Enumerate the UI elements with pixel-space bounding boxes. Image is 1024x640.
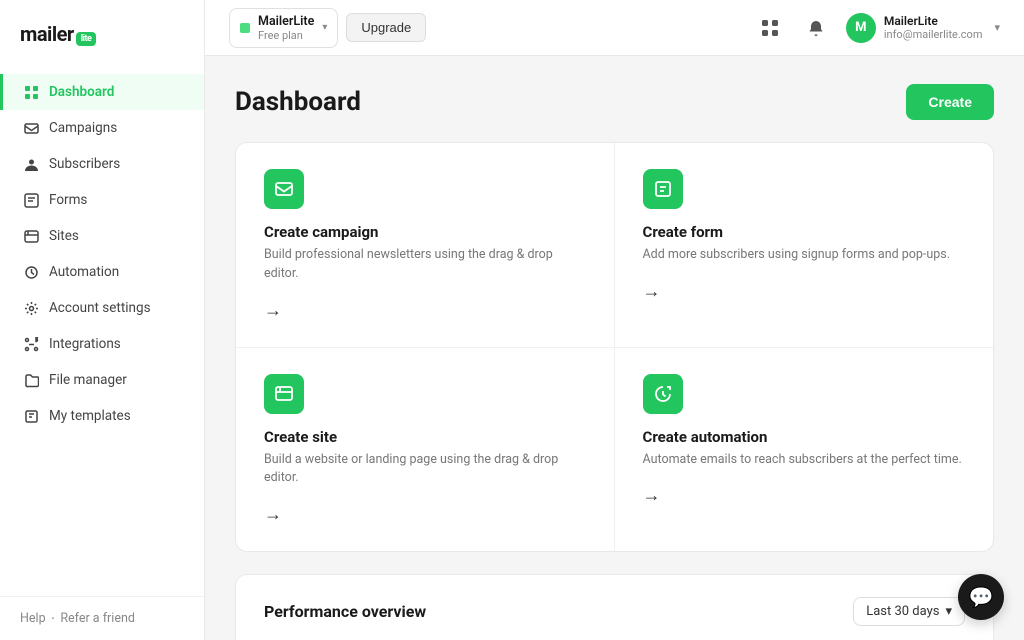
chat-bubble[interactable]: 💬	[958, 574, 1004, 620]
sidebar-item-label: File manager	[49, 372, 127, 388]
sidebar-nav: Dashboard Campaigns Subscribers Forms Si…	[0, 66, 204, 596]
create-campaign-title: Create campaign	[264, 223, 586, 241]
account-switcher[interactable]: MailerLite Free plan ▾	[229, 8, 338, 48]
user-chevron-icon: ▾	[994, 21, 1000, 34]
create-campaign-icon	[264, 169, 304, 209]
sidebar-item-label: Campaigns	[49, 120, 117, 136]
create-site-icon	[264, 374, 304, 414]
user-email: info@mailerlite.com	[884, 28, 983, 41]
create-automation-icon	[643, 374, 683, 414]
topbar: MailerLite Free plan ▾ Upgrade	[205, 0, 1024, 56]
sidebar-item-label: Sites	[49, 228, 79, 244]
create-button[interactable]: Create	[906, 84, 994, 120]
topbar-right: M MailerLite info@mailerlite.com ▾	[754, 12, 1000, 44]
logo-wordmark: mailer	[20, 22, 74, 46]
logo-text: mailerlite	[20, 22, 96, 46]
topbar-left: MailerLite Free plan ▾ Upgrade	[229, 8, 426, 48]
sidebar-item-forms[interactable]: Forms	[0, 182, 204, 218]
user-text: MailerLite info@mailerlite.com	[884, 14, 983, 41]
card-create-automation[interactable]: Create automation Automate emails to rea…	[615, 348, 994, 552]
card-create-campaign[interactable]: Create campaign Build professional newsl…	[236, 143, 615, 348]
sidebar-item-label: Dashboard	[49, 84, 114, 100]
account-plan: Free plan	[258, 29, 314, 42]
refer-link[interactable]: Refer a friend	[60, 611, 135, 626]
integrations-icon	[23, 336, 39, 352]
create-campaign-arrow: →	[264, 300, 586, 321]
performance-section: Performance overview Last 30 days ▾ Subs…	[235, 574, 994, 640]
logo-badge: lite	[76, 32, 97, 46]
sidebar-bottom: Help • Refer a friend	[0, 596, 204, 640]
content-area: Dashboard Create Create campaign Build p…	[205, 56, 1024, 640]
period-selector[interactable]: Last 30 days ▾	[853, 597, 965, 626]
sidebar-item-campaigns[interactable]: Campaigns	[0, 110, 204, 146]
sidebar-item-sites[interactable]: Sites	[0, 218, 204, 254]
user-profile[interactable]: M MailerLite info@mailerlite.com ▾	[846, 13, 1000, 43]
sidebar-item-label: Forms	[49, 192, 87, 208]
chat-icon: 💬	[969, 585, 994, 609]
account-chevron-icon: ▾	[322, 22, 327, 33]
performance-header: Performance overview Last 30 days ▾	[264, 597, 965, 626]
sites-icon	[23, 228, 39, 244]
sidebar: mailerlite Dashboard Campaigns Subscribe…	[0, 0, 205, 640]
sidebar-item-label: Integrations	[49, 336, 121, 352]
main-area: MailerLite Free plan ▾ Upgrade	[205, 0, 1024, 640]
create-site-title: Create site	[264, 428, 586, 446]
create-automation-arrow: →	[643, 485, 966, 506]
account-name: MailerLite	[258, 14, 314, 29]
subscribers-icon	[23, 156, 39, 172]
sidebar-item-account-settings[interactable]: Account settings	[0, 290, 204, 326]
create-automation-desc: Automate emails to reach subscribers at …	[643, 451, 966, 470]
upgrade-button[interactable]: Upgrade	[346, 13, 426, 42]
card-create-site[interactable]: Create site Build a website or landing p…	[236, 348, 615, 552]
performance-title: Performance overview	[264, 602, 426, 621]
create-automation-title: Create automation	[643, 428, 966, 446]
forms-icon	[23, 192, 39, 208]
campaigns-icon	[23, 120, 39, 136]
sidebar-item-my-templates[interactable]: My templates	[0, 398, 204, 434]
dashboard-icon	[23, 84, 39, 100]
sidebar-item-file-manager[interactable]: File manager	[0, 362, 204, 398]
account-indicator	[240, 23, 250, 33]
card-create-form[interactable]: Create form Add more subscribers using s…	[615, 143, 994, 348]
account-info: MailerLite Free plan	[258, 14, 314, 42]
create-form-arrow: →	[643, 281, 966, 302]
quick-actions-grid: Create campaign Build professional newsl…	[235, 142, 994, 552]
sidebar-item-label: Subscribers	[49, 156, 120, 172]
apps-icon[interactable]	[754, 12, 786, 44]
sidebar-item-integrations[interactable]: Integrations	[0, 326, 204, 362]
user-name: MailerLite	[884, 14, 983, 28]
create-form-desc: Add more subscribers using signup forms …	[643, 246, 966, 265]
file-manager-icon	[23, 372, 39, 388]
create-site-arrow: →	[264, 504, 586, 525]
sidebar-item-label: Automation	[49, 264, 119, 280]
create-site-desc: Build a website or landing page using th…	[264, 451, 586, 489]
account-settings-icon	[23, 300, 39, 316]
sidebar-item-automation[interactable]: Automation	[0, 254, 204, 290]
create-campaign-desc: Build professional newsletters using the…	[264, 246, 586, 284]
page-title: Dashboard	[235, 87, 361, 117]
my-templates-icon	[23, 408, 39, 424]
separator-dot: •	[52, 614, 55, 623]
period-label: Last 30 days	[866, 604, 939, 619]
period-chevron-icon: ▾	[945, 604, 952, 619]
create-form-icon	[643, 169, 683, 209]
sidebar-item-dashboard[interactable]: Dashboard	[0, 74, 204, 110]
content-header: Dashboard Create	[235, 84, 994, 120]
create-form-title: Create form	[643, 223, 966, 241]
sidebar-item-subscribers[interactable]: Subscribers	[0, 146, 204, 182]
automation-icon	[23, 264, 39, 280]
sidebar-item-label: My templates	[49, 408, 131, 424]
sidebar-item-label: Account settings	[49, 300, 151, 316]
notifications-icon[interactable]	[800, 12, 832, 44]
help-link[interactable]: Help	[20, 611, 46, 626]
avatar: M	[846, 13, 876, 43]
logo: mailerlite	[0, 0, 204, 66]
